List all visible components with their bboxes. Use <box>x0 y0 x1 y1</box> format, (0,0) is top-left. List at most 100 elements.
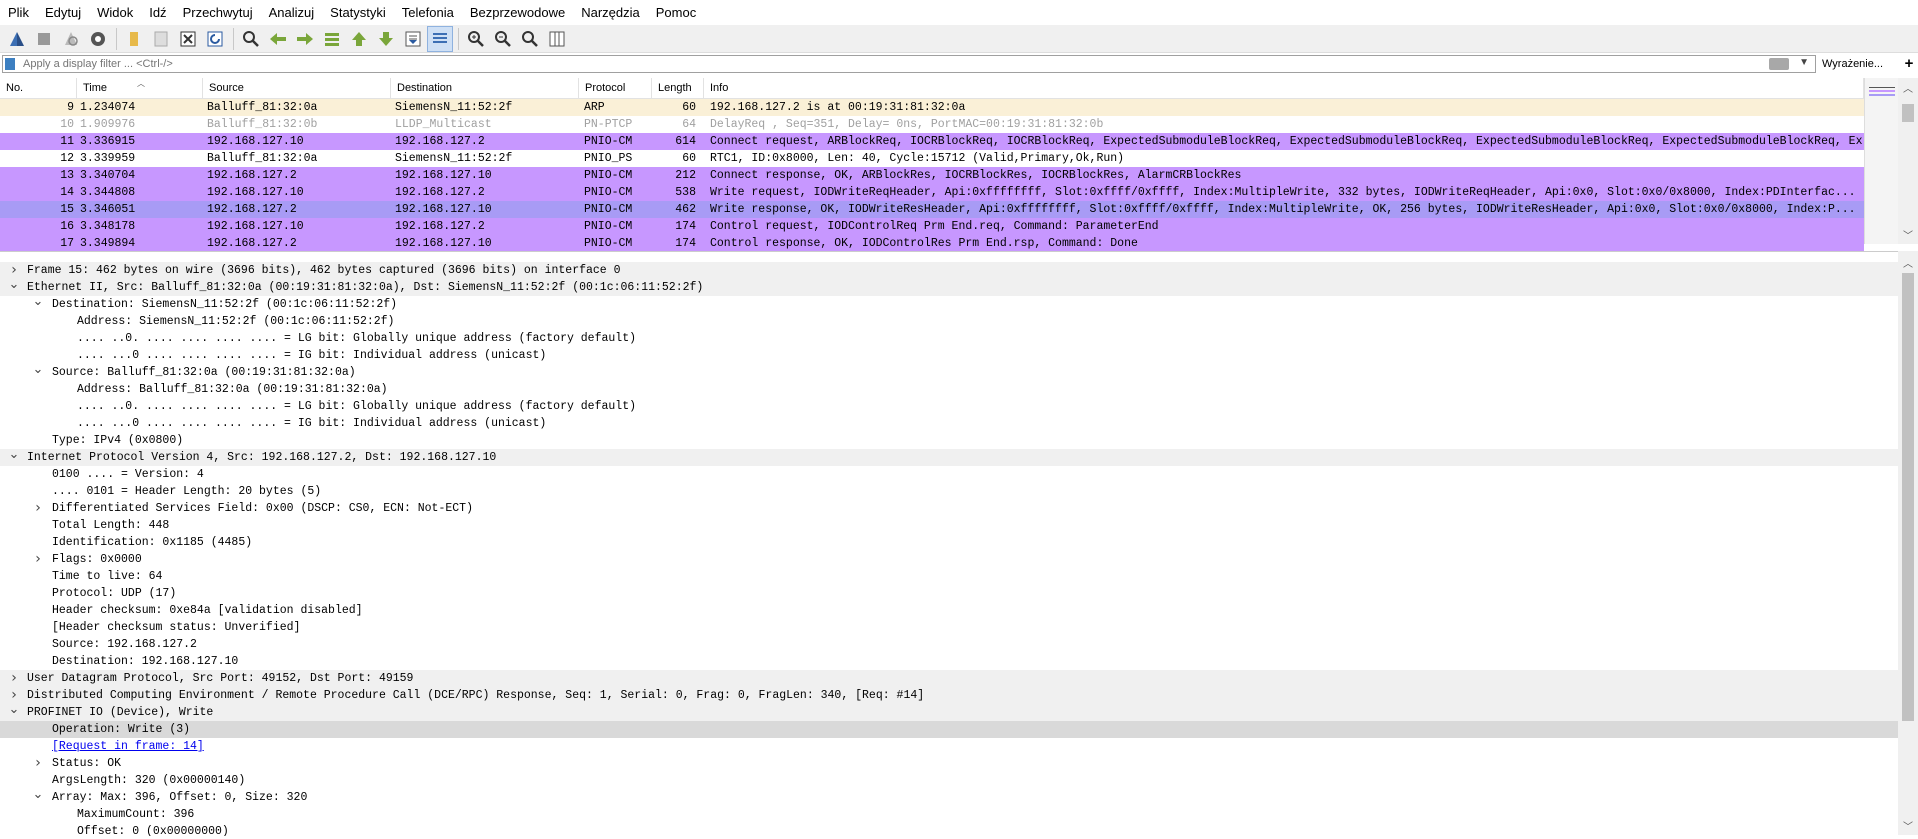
start-capture-icon[interactable] <box>4 26 30 52</box>
detail-line[interactable]: Operation: Write (3) <box>0 721 1898 738</box>
chevron-down-icon[interactable]: ⌄ <box>32 363 44 381</box>
resize-columns-icon[interactable] <box>544 26 570 52</box>
go-forward-icon[interactable] <box>292 26 318 52</box>
packet-row[interactable]: 15 3.346051 192.168.127.2 192.168.127.10 PNI… <box>0 201 1864 218</box>
detail-line[interactable]: ⌄ PROFINET IO (Device), Write <box>0 703 1898 721</box>
detail-line[interactable]: .... ..0. .... .... .... .... = LG bit: … <box>0 398 1898 415</box>
menu-item[interactable]: Przechwytuj <box>175 0 261 25</box>
chevron-down-icon[interactable]: ⌄ <box>32 295 44 313</box>
detail-line[interactable]: Address: Balluff_81:32:0a (00:19:31:81:3… <box>0 381 1898 398</box>
detail-line[interactable]: Source: 192.168.127.2 <box>0 636 1898 653</box>
detail-line[interactable]: Time to live: 64 <box>0 568 1898 585</box>
detail-line[interactable]: › Flags: 0x0000 <box>0 551 1898 568</box>
chevron-down-icon[interactable]: ▼ <box>1799 57 1809 68</box>
zoom-reset-icon[interactable] <box>517 26 543 52</box>
menu-item[interactable]: Plik <box>0 0 37 25</box>
find-packet-icon[interactable] <box>238 26 264 52</box>
packet-row[interactable]: 12 3.339959 Balluff_81:32:0a SiemensN_11:52… <box>0 150 1864 167</box>
chevron-down-icon[interactable]: ⌄ <box>32 788 44 806</box>
detail-line[interactable]: ArgsLength: 320 (0x00000140) <box>0 772 1898 789</box>
chevron-down-icon[interactable]: ⌄ <box>8 448 20 466</box>
detail-line[interactable]: .... ...0 .... .... .... .... = IG bit: … <box>0 347 1898 364</box>
go-first-packet-icon[interactable] <box>346 26 372 52</box>
chevron-down-icon[interactable]: ⌄ <box>8 278 20 296</box>
detail-link[interactable]: [Request in frame: 14] <box>52 738 204 755</box>
menu-item[interactable]: Edytuj <box>37 0 89 25</box>
chevron-right-icon[interactable]: › <box>32 551 44 568</box>
reload-file-icon[interactable] <box>202 26 228 52</box>
packet-row[interactable]: 17 3.349894 192.168.127.2 192.168.127.10 PNI… <box>0 235 1864 252</box>
chevron-up-icon[interactable]: ︿ <box>1898 255 1918 270</box>
menu-item[interactable]: Analizuj <box>261 0 323 25</box>
restart-capture-icon[interactable] <box>58 26 84 52</box>
column-header-info[interactable]: Info <box>704 78 1864 98</box>
detail-line[interactable]: Identification: 0x1185 (4485) <box>0 534 1898 551</box>
save-file-icon[interactable] <box>148 26 174 52</box>
detail-line[interactable]: › Frame 15: 462 bytes on wire (3696 bits)… <box>0 262 1898 279</box>
detail-line[interactable]: Type: IPv4 (0x0800) <box>0 432 1898 449</box>
packet-details-scrollbar[interactable]: ︿ ﹀ <box>1898 251 1918 835</box>
packet-row[interactable]: 10 1.909976 Balluff_81:32:0b LLDP_Multicast… <box>0 116 1864 133</box>
menu-item[interactable]: Statystyki <box>322 0 394 25</box>
chevron-right-icon[interactable]: › <box>32 755 44 772</box>
detail-line[interactable]: .... 0101 = Header Length: 20 bytes (5) <box>0 483 1898 500</box>
detail-line[interactable]: ⌄ Internet Protocol Version 4, Src: 192.1… <box>0 448 1898 466</box>
zoom-in-icon[interactable] <box>463 26 489 52</box>
detail-line[interactable]: ⌄ Source: Balluff_81:32:0a (00:19:31:81:3… <box>0 363 1898 381</box>
menu-item[interactable]: Bezprzewodowe <box>462 0 573 25</box>
chevron-right-icon[interactable]: › <box>8 670 20 687</box>
chevron-down-icon[interactable]: ⌄ <box>8 703 20 721</box>
apply-filter-icon[interactable] <box>1769 58 1789 70</box>
packet-minimap[interactable] <box>1864 78 1899 244</box>
column-header-no[interactable]: No. <box>0 78 77 98</box>
stop-capture-icon[interactable] <box>31 26 57 52</box>
chevron-right-icon[interactable]: › <box>32 500 44 517</box>
go-back-icon[interactable] <box>265 26 291 52</box>
detail-line[interactable]: MaximumCount: 396 <box>0 806 1898 823</box>
scroll-thumb[interactable] <box>1902 273 1914 721</box>
scroll-thumb[interactable] <box>1902 104 1914 122</box>
detail-line[interactable]: Protocol: UDP (17) <box>0 585 1898 602</box>
bookmark-icon[interactable] <box>5 58 15 70</box>
detail-line[interactable]: .... ..0. .... .... .... .... = LG bit: … <box>0 330 1898 347</box>
go-last-packet-icon[interactable] <box>373 26 399 52</box>
open-file-icon[interactable] <box>121 26 147 52</box>
packet-row[interactable]: 14 3.344808 192.168.127.10 192.168.127.2 PNI… <box>0 184 1864 201</box>
column-header-destination[interactable]: Destination <box>391 78 579 98</box>
detail-line[interactable]: › User Datagram Protocol, Src Port: 49152… <box>0 670 1898 687</box>
packet-list-scrollbar[interactable]: ︿ ﹀ <box>1898 78 1918 244</box>
detail-line[interactable]: [Header checksum status: Unverified] <box>0 619 1898 636</box>
menu-item[interactable]: Widok <box>89 0 141 25</box>
detail-line[interactable]: › Differentiated Services Field: 0x00 (DS… <box>0 500 1898 517</box>
detail-line[interactable]: Destination: 192.168.127.10 <box>0 653 1898 670</box>
chevron-down-icon[interactable]: ﹀ <box>1898 818 1918 833</box>
detail-line[interactable]: Address: SiemensN_11:52:2f (00:1c:06:11:… <box>0 313 1898 330</box>
detail-line[interactable]: Total Length: 448 <box>0 517 1898 534</box>
detail-line[interactable]: Offset: 0 (0x00000000) <box>0 823 1898 836</box>
detail-line[interactable]: ⌄ Ethernet II, Src: Balluff_81:32:0a (00:… <box>0 278 1898 296</box>
detail-line[interactable]: .... ...0 .... .... .... .... = IG bit: … <box>0 415 1898 432</box>
detail-line[interactable]: [Request in frame: 14] <box>0 738 1898 755</box>
close-file-icon[interactable] <box>175 26 201 52</box>
expression-button[interactable]: Wyrażenie... <box>1822 55 1902 73</box>
column-header-source[interactable]: Source <box>203 78 391 98</box>
go-to-packet-icon[interactable] <box>319 26 345 52</box>
detail-line[interactable]: ⌄ Destination: SiemensN_11:52:2f (00:1c:0… <box>0 295 1898 313</box>
zoom-out-icon[interactable] <box>490 26 516 52</box>
detail-line[interactable]: › Distributed Computing Environment / Rem… <box>0 687 1898 704</box>
chevron-down-icon[interactable]: ﹀ <box>1898 227 1918 242</box>
menu-item[interactable]: Idź <box>141 0 174 25</box>
menu-item[interactable]: Telefonia <box>394 0 462 25</box>
auto-scroll-icon[interactable] <box>400 26 426 52</box>
detail-line[interactable]: › Status: OK <box>0 755 1898 772</box>
packet-row[interactable]: 11 3.336915 192.168.127.10 192.168.127.2 PNI… <box>0 133 1864 150</box>
display-filter-input[interactable] <box>23 56 1773 72</box>
packet-row[interactable]: 13 3.340704 192.168.127.2 192.168.127.10 PNI… <box>0 167 1864 184</box>
packet-row[interactable]: 16 3.348178 192.168.127.10 192.168.127.2 PNI… <box>0 218 1864 235</box>
packet-row[interactable]: 9 1.234074 Balluff_81:32:0a SiemensN_11:52:… <box>0 99 1864 116</box>
detail-line[interactable]: Header checksum: 0xe84a [validation disa… <box>0 602 1898 619</box>
column-header-length[interactable]: Length <box>652 78 704 98</box>
capture-options-icon[interactable] <box>85 26 111 52</box>
colorize-icon[interactable] <box>427 25 453 52</box>
menu-item[interactable]: Narzędzia <box>573 0 648 25</box>
